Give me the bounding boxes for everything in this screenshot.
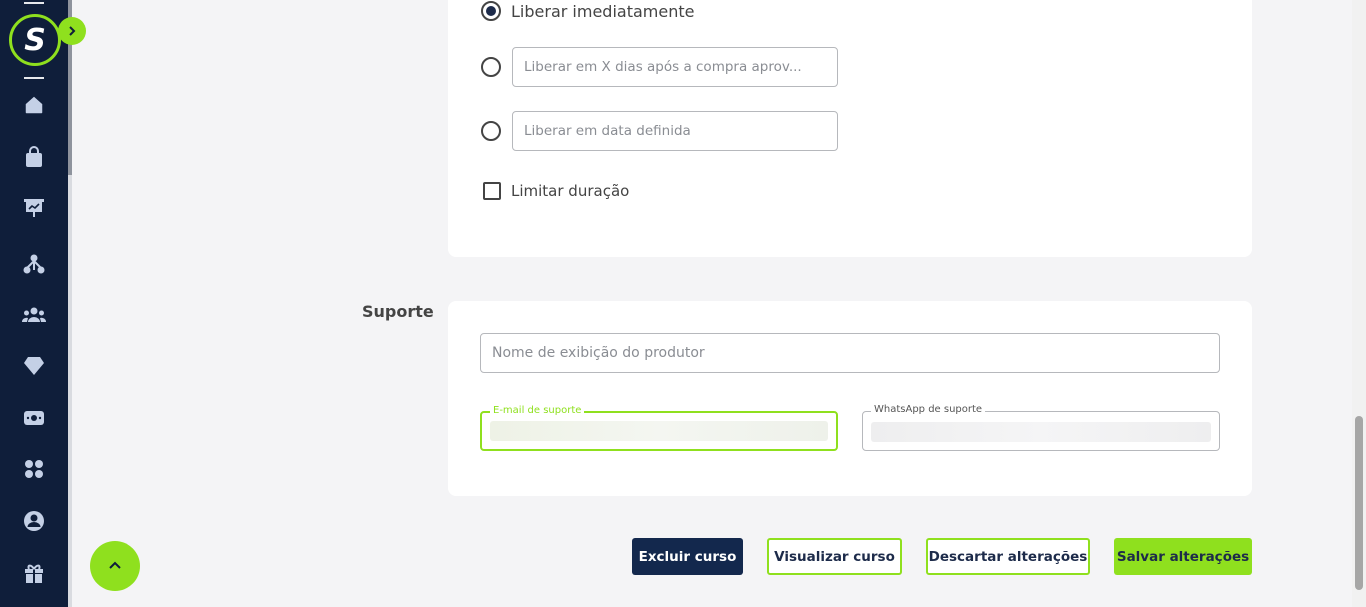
users-icon[interactable] bbox=[22, 303, 46, 327]
release-on-date-radio[interactable] bbox=[481, 121, 501, 141]
sidebar-scrollbar[interactable] bbox=[68, 0, 72, 607]
money-icon[interactable] bbox=[22, 406, 46, 430]
network-icon[interactable] bbox=[22, 252, 46, 276]
support-email-field[interactable]: E-mail de suporte bbox=[480, 405, 838, 451]
page-scrollbar-thumb[interactable] bbox=[1355, 416, 1363, 590]
discard-changes-button[interactable]: Descartar alterações bbox=[926, 538, 1090, 575]
delete-course-button[interactable]: Excluir curso bbox=[632, 538, 743, 575]
support-whatsapp-value-redacted bbox=[871, 422, 1211, 442]
release-date-input[interactable] bbox=[512, 111, 838, 151]
support-whatsapp-field[interactable]: WhatsApp de suporte bbox=[862, 404, 1220, 451]
presentation-chart-icon[interactable] bbox=[22, 196, 46, 220]
support-email-value-redacted bbox=[490, 421, 828, 441]
sidebar: S bbox=[0, 0, 68, 607]
diamond-icon[interactable] bbox=[22, 354, 46, 378]
scroll-to-top-button[interactable] bbox=[90, 541, 140, 591]
support-card bbox=[448, 301, 1252, 496]
save-changes-button[interactable]: Salvar alterações bbox=[1114, 538, 1252, 575]
bag-icon[interactable] bbox=[22, 145, 46, 169]
chevron-up-icon bbox=[109, 561, 121, 569]
support-email-label: E-mail de suporte bbox=[490, 405, 585, 416]
release-after-days-radio[interactable] bbox=[481, 57, 501, 77]
limit-duration-label: Limitar duração bbox=[511, 182, 630, 200]
home-icon[interactable] bbox=[22, 93, 46, 117]
brand-logo[interactable]: S bbox=[9, 14, 61, 66]
support-section-title: Suporte bbox=[362, 302, 434, 321]
apps-icon[interactable] bbox=[22, 457, 46, 481]
support-whatsapp-label: WhatsApp de suporte bbox=[871, 404, 986, 415]
producer-name-input[interactable] bbox=[480, 333, 1220, 373]
gift-icon[interactable] bbox=[22, 561, 46, 585]
page-scrollbar[interactable] bbox=[1352, 0, 1366, 607]
profile-icon[interactable] bbox=[22, 509, 46, 533]
logo-divider-top bbox=[24, 2, 44, 4]
release-immediately-label: Liberar imediatamente bbox=[511, 2, 695, 21]
logo-letter: S bbox=[24, 22, 46, 58]
release-immediately-radio[interactable] bbox=[481, 1, 501, 21]
expand-sidebar-button[interactable] bbox=[58, 17, 86, 45]
limit-duration-checkbox[interactable] bbox=[483, 182, 501, 200]
release-days-input[interactable] bbox=[512, 47, 838, 87]
view-course-button[interactable]: Visualizar curso bbox=[767, 538, 902, 575]
logo-divider-bottom bbox=[24, 77, 44, 79]
chevron-right-icon bbox=[69, 26, 76, 36]
